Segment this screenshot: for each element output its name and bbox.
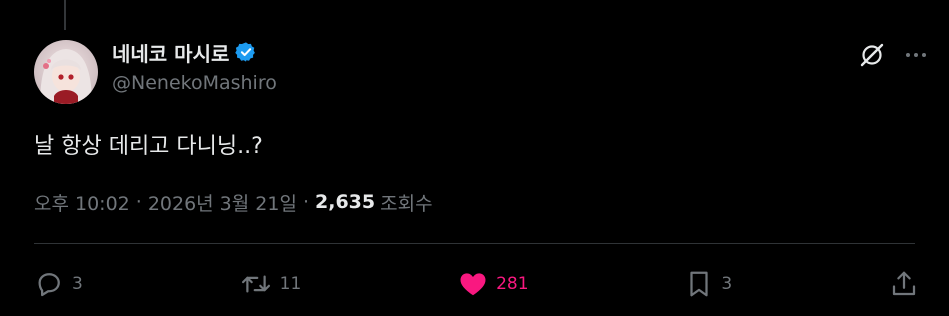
separator-dot: · bbox=[135, 191, 142, 213]
bookmark-icon bbox=[685, 269, 713, 299]
like-count: 281 bbox=[496, 274, 529, 294]
retweet-count: 11 bbox=[279, 274, 302, 294]
divider bbox=[34, 243, 915, 244]
separator-dot: · bbox=[302, 191, 309, 213]
user-handle[interactable]: @NenekoMashiro bbox=[112, 72, 277, 94]
avatar[interactable] bbox=[34, 40, 98, 104]
tweet-text: 날 항상 데리고 다니닝..? bbox=[34, 134, 263, 159]
bookmark-count: 3 bbox=[721, 274, 733, 294]
share-button[interactable] bbox=[889, 269, 919, 299]
retweet-icon bbox=[240, 269, 272, 299]
views-count[interactable]: 2,635 bbox=[315, 191, 375, 213]
reply-button[interactable]: 3 bbox=[34, 269, 83, 299]
thread-connector-line bbox=[64, 0, 66, 30]
more-icon[interactable] bbox=[905, 51, 927, 59]
display-name[interactable]: 네네코 마시로 bbox=[112, 38, 229, 67]
heart-icon bbox=[458, 269, 488, 299]
tweet-date[interactable]: 2026년 3월 21일 bbox=[148, 189, 297, 216]
verified-badge-icon[interactable] bbox=[235, 41, 257, 63]
like-button[interactable]: 281 bbox=[458, 269, 529, 299]
grok-icon[interactable] bbox=[859, 42, 885, 68]
tweet-time[interactable]: 오후 10:02 bbox=[34, 189, 130, 216]
reply-icon bbox=[34, 269, 64, 299]
action-bar: 3 11 281 3 bbox=[34, 266, 919, 302]
tweet-metadata: 오후 10:02 · 2026년 3월 21일 · 2,635 조회수 bbox=[34, 189, 433, 215]
share-icon bbox=[889, 269, 919, 299]
retweet-button[interactable]: 11 bbox=[240, 269, 302, 299]
reply-count: 3 bbox=[72, 274, 83, 294]
views-label: 조회수 bbox=[380, 192, 433, 215]
bookmark-button[interactable]: 3 bbox=[685, 269, 732, 299]
